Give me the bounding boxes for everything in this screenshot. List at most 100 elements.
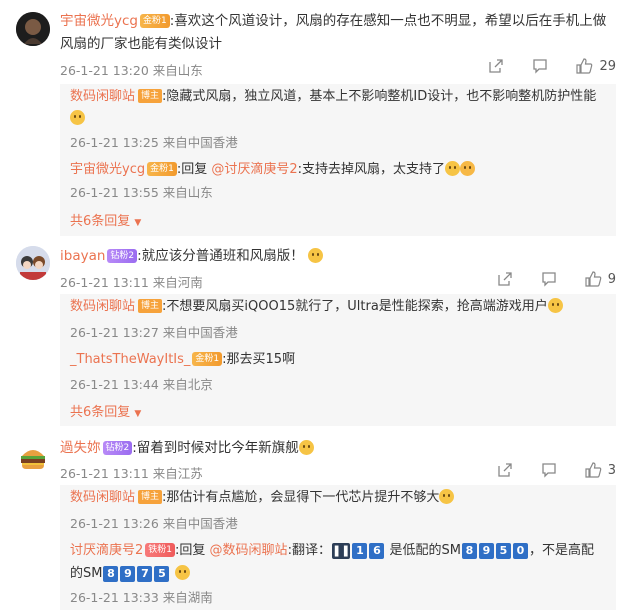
reply-meta: 26-1-21 13:26 来自中国香港 — [70, 516, 238, 531]
more-replies-link[interactable]: 共6条回复 ▼ — [70, 401, 141, 420]
grin-emoji-icon — [439, 489, 455, 504]
key-8: 8 — [462, 543, 477, 559]
more-replies-label: 共6条回复 — [70, 405, 131, 420]
reply-username[interactable]: _ThatsTheWayItIs_ — [70, 352, 190, 367]
more-replies-label: 共6条回复 — [70, 214, 131, 229]
grin-emoji-icon — [547, 298, 563, 313]
username[interactable]: 過失妳 — [60, 440, 101, 456]
like-button[interactable]: 3 — [585, 462, 616, 478]
pause-key-icon: ❚❚ — [331, 543, 351, 559]
share-icon — [498, 272, 512, 286]
like-count: 3 — [607, 462, 616, 478]
reply-meta: 26-1-21 13:27 来自中国香港 — [70, 325, 238, 340]
like-button[interactable]: 29 — [576, 58, 616, 74]
reply-content-b: 是低配的SM — [389, 543, 461, 558]
comment-actions: 3 — [469, 462, 616, 478]
key-6: 6 — [369, 543, 385, 559]
share-button[interactable] — [497, 462, 513, 478]
reply-username[interactable]: 宇宙微光ycg — [70, 162, 145, 177]
laugh-emoji-icon — [445, 161, 461, 176]
comment-actions: 9 — [469, 271, 616, 287]
comment-text: 過失妳 钻粉2:留着到时候对比今年新旗舰 — [60, 437, 614, 460]
like-icon — [585, 462, 602, 478]
grin-emoji-icon — [174, 565, 190, 580]
reply-prefix: :回复 — [176, 162, 208, 177]
comment-button[interactable] — [541, 462, 557, 478]
avatar-image — [16, 12, 50, 46]
avatar-image — [16, 246, 50, 280]
reply-meta: 26-1-21 13:44 来自北京 — [70, 377, 213, 392]
reply-2: 宇宙微光ycg 金粉1:回复 @讨厌滴庚号2:支持去掉风扇，太支持了 — [70, 159, 606, 181]
like-count: 9 — [607, 271, 616, 287]
comment-icon — [542, 272, 556, 287]
comment-meta: 26-1-21 13:20 来自山东 — [60, 63, 203, 78]
share-button[interactable] — [497, 271, 513, 287]
fan-badge[interactable]: 金粉1 — [139, 14, 170, 28]
reply-content: :隐藏式风扇，独立风道，基本上不影响整机ID设计，也不影响整机防护性能 — [162, 89, 597, 104]
comment-text: ibayan 钻粉2:就应该分普通班和风扇版！ — [60, 245, 614, 268]
comment-button[interactable] — [532, 58, 548, 74]
key-5: 5 — [154, 566, 170, 582]
comment-actions: 29 — [460, 58, 616, 74]
chevron-down-icon: ▼ — [134, 218, 142, 228]
username[interactable]: 宇宙微光ycg — [60, 13, 138, 29]
reply-prefix: :回复 — [175, 543, 206, 558]
key-9: 9 — [120, 566, 136, 582]
reply-content: :那估计有点尴尬，会显得下一代芯片提升不够大 — [162, 490, 440, 505]
reply-1: 数码闲聊站 博主:隐藏式风扇，独立风道，基本上不影响整机ID设计，也不影响整机防护… — [70, 86, 606, 130]
reply-2: 讨厌滴庚号2 铁粉1:回复 @数码闲聊站:翻译：❚❚ 1 6 是低配的SM 8 9 5 0 ，不… — [70, 539, 606, 585]
burger-avatar-icon — [21, 450, 45, 469]
reply-meta: 26-1-21 13:25 来自中国香港 — [70, 135, 238, 150]
reply-1: 数码闲聊站 博主:不想要风扇买iQOO15就行了，Ultra是性能探索，抢高端游戏… — [70, 296, 606, 318]
comment-button[interactable] — [541, 271, 557, 287]
like-icon — [576, 58, 593, 74]
reply-username[interactable]: 数码闲聊站 — [70, 490, 135, 505]
more-replies-link[interactable]: 共6条回复 ▼ — [70, 210, 141, 229]
reply-username[interactable]: 讨厌滴庚号2 — [70, 543, 143, 558]
grin-emoji-icon — [308, 248, 324, 263]
author-badge: 博主 — [138, 89, 163, 103]
share-icon — [498, 463, 512, 477]
key-9: 9 — [479, 543, 494, 559]
comment-meta: 26-1-21 13:11 来自江苏 — [60, 466, 203, 481]
avatar[interactable] — [16, 12, 50, 46]
avatar[interactable] — [16, 246, 50, 280]
reply-2: _ThatsTheWayItIs_ 金粉1:那去买15啊 — [70, 349, 606, 371]
key-0: 0 — [513, 543, 528, 559]
key-7: 7 — [137, 566, 153, 582]
reply-block: 数码闲聊站 博主:隐藏式风扇，独立风道，基本上不影响整机ID设计，也不影响整机防护… — [60, 84, 616, 236]
fan-badge[interactable]: 钻粉2 — [107, 249, 138, 263]
comment-content: :就应该分普通班和风扇版！ — [137, 248, 304, 264]
reply-block: 数码闲聊站 博主:不想要风扇买iQOO15就行了，Ultra是性能探索，抢高端游戏… — [60, 294, 616, 426]
comment-content: :留着到时候对比今年新旗舰 — [132, 440, 299, 456]
like-icon — [585, 271, 602, 287]
reply-content: :不想要风扇买iQOO15就行了，Ultra是性能探索，抢高端游戏用户 — [162, 299, 548, 314]
reply-1: 数码闲聊站 博主:那估计有点尴尬，会显得下一代芯片提升不够大 — [70, 487, 606, 509]
like-button[interactable]: 9 — [585, 271, 616, 287]
reply-content: :支持去掉风扇，太支持了 — [297, 162, 446, 177]
reply-username[interactable]: 数码闲聊站 — [70, 89, 135, 104]
key-8: 8 — [103, 566, 119, 582]
fan-badge[interactable]: 金粉1 — [192, 352, 223, 366]
reply-content: :那去买15啊 — [222, 352, 296, 367]
fan-badge[interactable]: 钻粉2 — [102, 441, 133, 455]
reply-meta: 26-1-21 13:33 来自湖南 — [70, 590, 213, 605]
key-1: 1 — [352, 543, 368, 559]
comment-text: 宇宙微光ycg 金粉1:喜欢这个风道设计，风扇的存在感知一点也不明显，希望以后在手… — [60, 10, 614, 56]
share-button[interactable] — [488, 58, 504, 74]
comment-meta: 26-1-21 13:11 来自河南 — [60, 275, 203, 290]
avatar[interactable] — [16, 440, 50, 474]
fan-badge[interactable]: 金粉1 — [147, 162, 177, 176]
chevron-down-icon: ▼ — [134, 409, 142, 419]
mention-link[interactable]: @讨厌滴庚号2 — [211, 162, 297, 177]
fan-badge[interactable]: 铁粉1 — [145, 543, 176, 557]
reply-content-a: :翻译： — [287, 543, 331, 558]
mention-link[interactable]: @数码闲聊站 — [210, 543, 288, 558]
reply-username[interactable]: 数码闲聊站 — [70, 299, 135, 314]
love-emoji-icon — [460, 161, 476, 176]
grin-emoji-icon — [70, 110, 85, 125]
share-icon — [489, 59, 504, 73]
username[interactable]: ibayan — [60, 248, 105, 264]
reply-meta: 26-1-21 13:55 来自山东 — [70, 185, 213, 200]
author-badge: 博主 — [138, 299, 163, 313]
